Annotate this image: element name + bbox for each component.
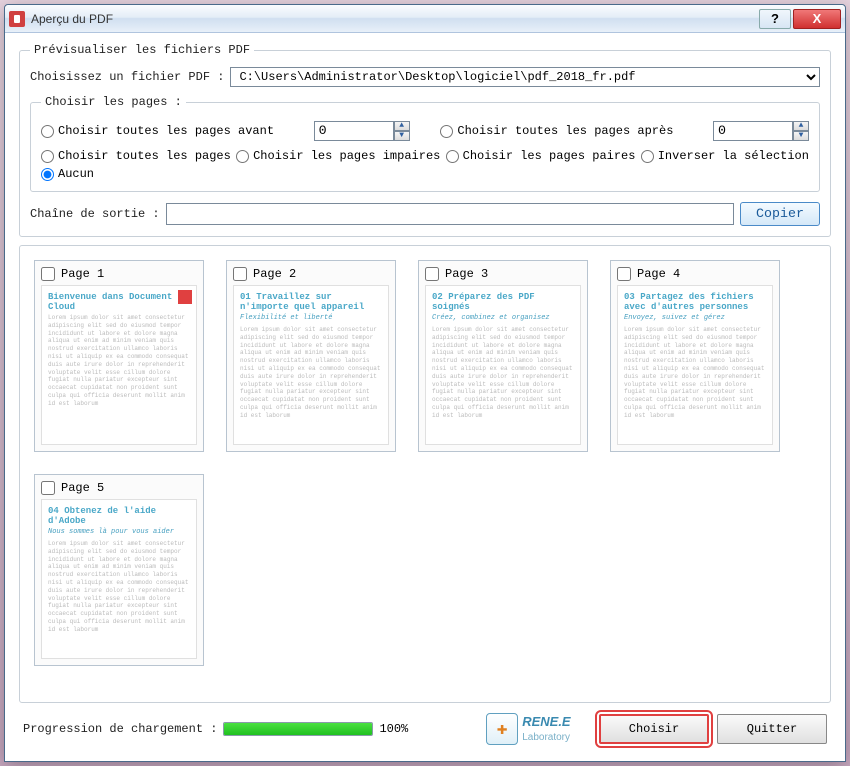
progress-percent: 100% xyxy=(379,722,408,736)
thumbnail-card[interactable]: Page 5 04 Obtenez de l'aide d'Adobe Nous… xyxy=(34,474,204,666)
preview-area: Page 1 Bienvenue dans Document Cloud Lor… xyxy=(19,245,831,703)
thumbnail-checkbox[interactable] xyxy=(617,267,631,281)
progress-fill xyxy=(224,723,372,735)
radio-odd-label: Choisir les pages impaires xyxy=(253,149,440,163)
thumbnail-card[interactable]: Page 4 03 Partagez des fichiers avec d'a… xyxy=(610,260,780,452)
after-spinner-input[interactable] xyxy=(713,121,793,141)
thumbnail-label: Page 1 xyxy=(61,267,104,281)
window-title: Aperçu du PDF xyxy=(31,12,757,26)
after-spinner-up[interactable]: ▲ xyxy=(793,121,809,131)
thumbnail-label: Page 3 xyxy=(445,267,488,281)
output-input[interactable] xyxy=(166,203,734,225)
logo: ✚ RENE.E Laboratory xyxy=(486,713,570,745)
progress-bar xyxy=(223,722,373,736)
logo-sub: Laboratory xyxy=(522,732,570,743)
radio-even-label: Choisir les pages paires xyxy=(463,149,636,163)
thumbnail-card[interactable]: Page 3 02 Préparez des PDF soignés Créez… xyxy=(418,260,588,452)
close-button[interactable]: X xyxy=(793,9,841,29)
radio-invert[interactable] xyxy=(641,150,654,163)
bottom-bar: Progression de chargement : 100% ✚ RENE.… xyxy=(19,707,831,751)
radio-none-label: Aucun xyxy=(58,167,94,181)
logo-icon: ✚ xyxy=(486,713,518,745)
progress-label: Progression de chargement : xyxy=(23,722,217,736)
radio-even[interactable] xyxy=(446,150,459,163)
titlebar: Aperçu du PDF ? X xyxy=(5,5,845,33)
radio-invert-label: Inverser la sélection xyxy=(658,149,809,163)
quit-button[interactable]: Quitter xyxy=(717,714,827,744)
thumbnail-label: Page 4 xyxy=(637,267,680,281)
radio-before[interactable] xyxy=(41,125,54,138)
file-path-select[interactable]: C:\Users\Administrator\Desktop\logiciel\… xyxy=(230,67,820,87)
preview-legend: Prévisualiser les fichiers PDF xyxy=(30,43,254,57)
thumbnail-checkbox[interactable] xyxy=(233,267,247,281)
radio-after[interactable] xyxy=(440,125,453,138)
choose-button[interactable]: Choisir xyxy=(599,714,709,744)
radio-odd[interactable] xyxy=(236,150,249,163)
content-area: Prévisualiser les fichiers PDF Choisisse… xyxy=(5,33,845,761)
dialog-window: Aperçu du PDF ? X Prévisualiser les fich… xyxy=(4,4,846,762)
pages-legend: Choisir les pages : xyxy=(41,95,186,109)
radio-none[interactable] xyxy=(41,168,54,181)
radio-all[interactable] xyxy=(41,150,54,163)
after-spinner-down[interactable]: ▼ xyxy=(793,131,809,141)
preview-fieldset: Prévisualiser les fichiers PDF Choisisse… xyxy=(19,43,831,237)
app-icon xyxy=(9,11,25,27)
thumbnail-checkbox[interactable] xyxy=(41,481,55,495)
radio-before-label: Choisir toutes les pages avant xyxy=(58,124,274,138)
help-button[interactable]: ? xyxy=(759,9,791,29)
choose-file-label: Choisissez un fichier PDF : xyxy=(30,70,224,84)
thumbnail-preview: 02 Préparez des PDF soignés Créez, combi… xyxy=(425,285,581,445)
thumbnail-card[interactable]: Page 2 01 Travaillez sur n'importe quel … xyxy=(226,260,396,452)
thumbnail-checkbox[interactable] xyxy=(425,267,439,281)
before-spinner-input[interactable] xyxy=(314,121,394,141)
copy-button[interactable]: Copier xyxy=(740,202,820,226)
radio-all-label: Choisir toutes les pages xyxy=(58,149,231,163)
thumbnail-checkbox[interactable] xyxy=(41,267,55,281)
before-spinner-down[interactable]: ▼ xyxy=(394,131,410,141)
output-label: Chaîne de sortie : xyxy=(30,207,160,221)
radio-after-label: Choisir toutes les pages après xyxy=(457,124,673,138)
pages-fieldset: Choisir les pages : Choisir toutes les p… xyxy=(30,95,820,192)
before-spinner-up[interactable]: ▲ xyxy=(394,121,410,131)
thumbnail-preview: Bienvenue dans Document Cloud Lorem ipsu… xyxy=(41,285,197,445)
thumbnail-label: Page 2 xyxy=(253,267,296,281)
thumbnail-label: Page 5 xyxy=(61,481,104,495)
thumbnail-preview: 04 Obtenez de l'aide d'Adobe Nous sommes… xyxy=(41,499,197,659)
logo-main: RENE.E xyxy=(522,714,570,729)
thumbnail-preview: 01 Travaillez sur n'importe quel apparei… xyxy=(233,285,389,445)
thumbnail-card[interactable]: Page 1 Bienvenue dans Document Cloud Lor… xyxy=(34,260,204,452)
thumbnail-preview: 03 Partagez des fichiers avec d'autres p… xyxy=(617,285,773,445)
